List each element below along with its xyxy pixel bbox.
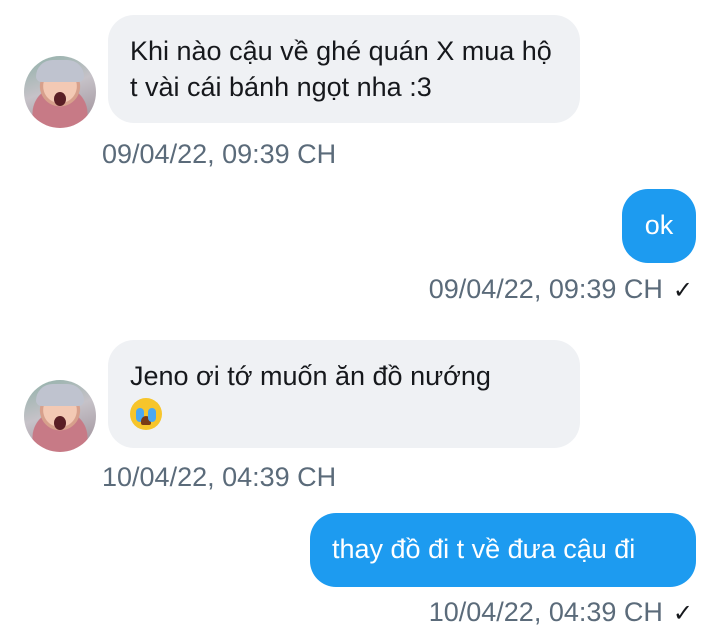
- message-timestamp: 09/04/22, 09:39 CH: [102, 139, 337, 169]
- crying-face-icon: [130, 397, 162, 430]
- avatar-mouth: [54, 92, 66, 106]
- checkmark-icon: ✓: [672, 277, 693, 304]
- message-timestamp: 10/04/22, 04:39 CH: [102, 462, 337, 492]
- incoming-message-bubble[interactable]: Khi nào cậu về ghé quán X mua hộ t vài c…: [108, 15, 580, 123]
- checkmark-icon: ✓: [672, 600, 693, 627]
- contact-avatar[interactable]: [24, 56, 96, 128]
- avatar-hair: [36, 60, 84, 82]
- message-timestamp: 09/04/22, 09:39 CH ✓: [429, 273, 693, 307]
- message-text: Khi nào cậu về ghé quán X mua hộ t vài c…: [130, 36, 552, 102]
- outgoing-message-bubble[interactable]: thay đồ đi t về đưa cậu đi: [310, 513, 696, 587]
- message-timestamp: 10/04/22, 04:39 CH ✓: [429, 596, 693, 630]
- message-text: Jeno ơi tớ muốn ăn đồ nướng: [130, 361, 491, 391]
- message-text: thay đồ đi t về đưa cậu đi: [332, 534, 636, 564]
- message-text: ok: [644, 210, 674, 240]
- incoming-message-bubble[interactable]: Jeno ơi tớ muốn ăn đồ nướng: [108, 340, 580, 448]
- avatar-hair: [36, 384, 84, 406]
- contact-avatar[interactable]: [24, 380, 96, 452]
- avatar-mouth: [54, 416, 66, 430]
- outgoing-message-bubble[interactable]: ok: [622, 189, 696, 263]
